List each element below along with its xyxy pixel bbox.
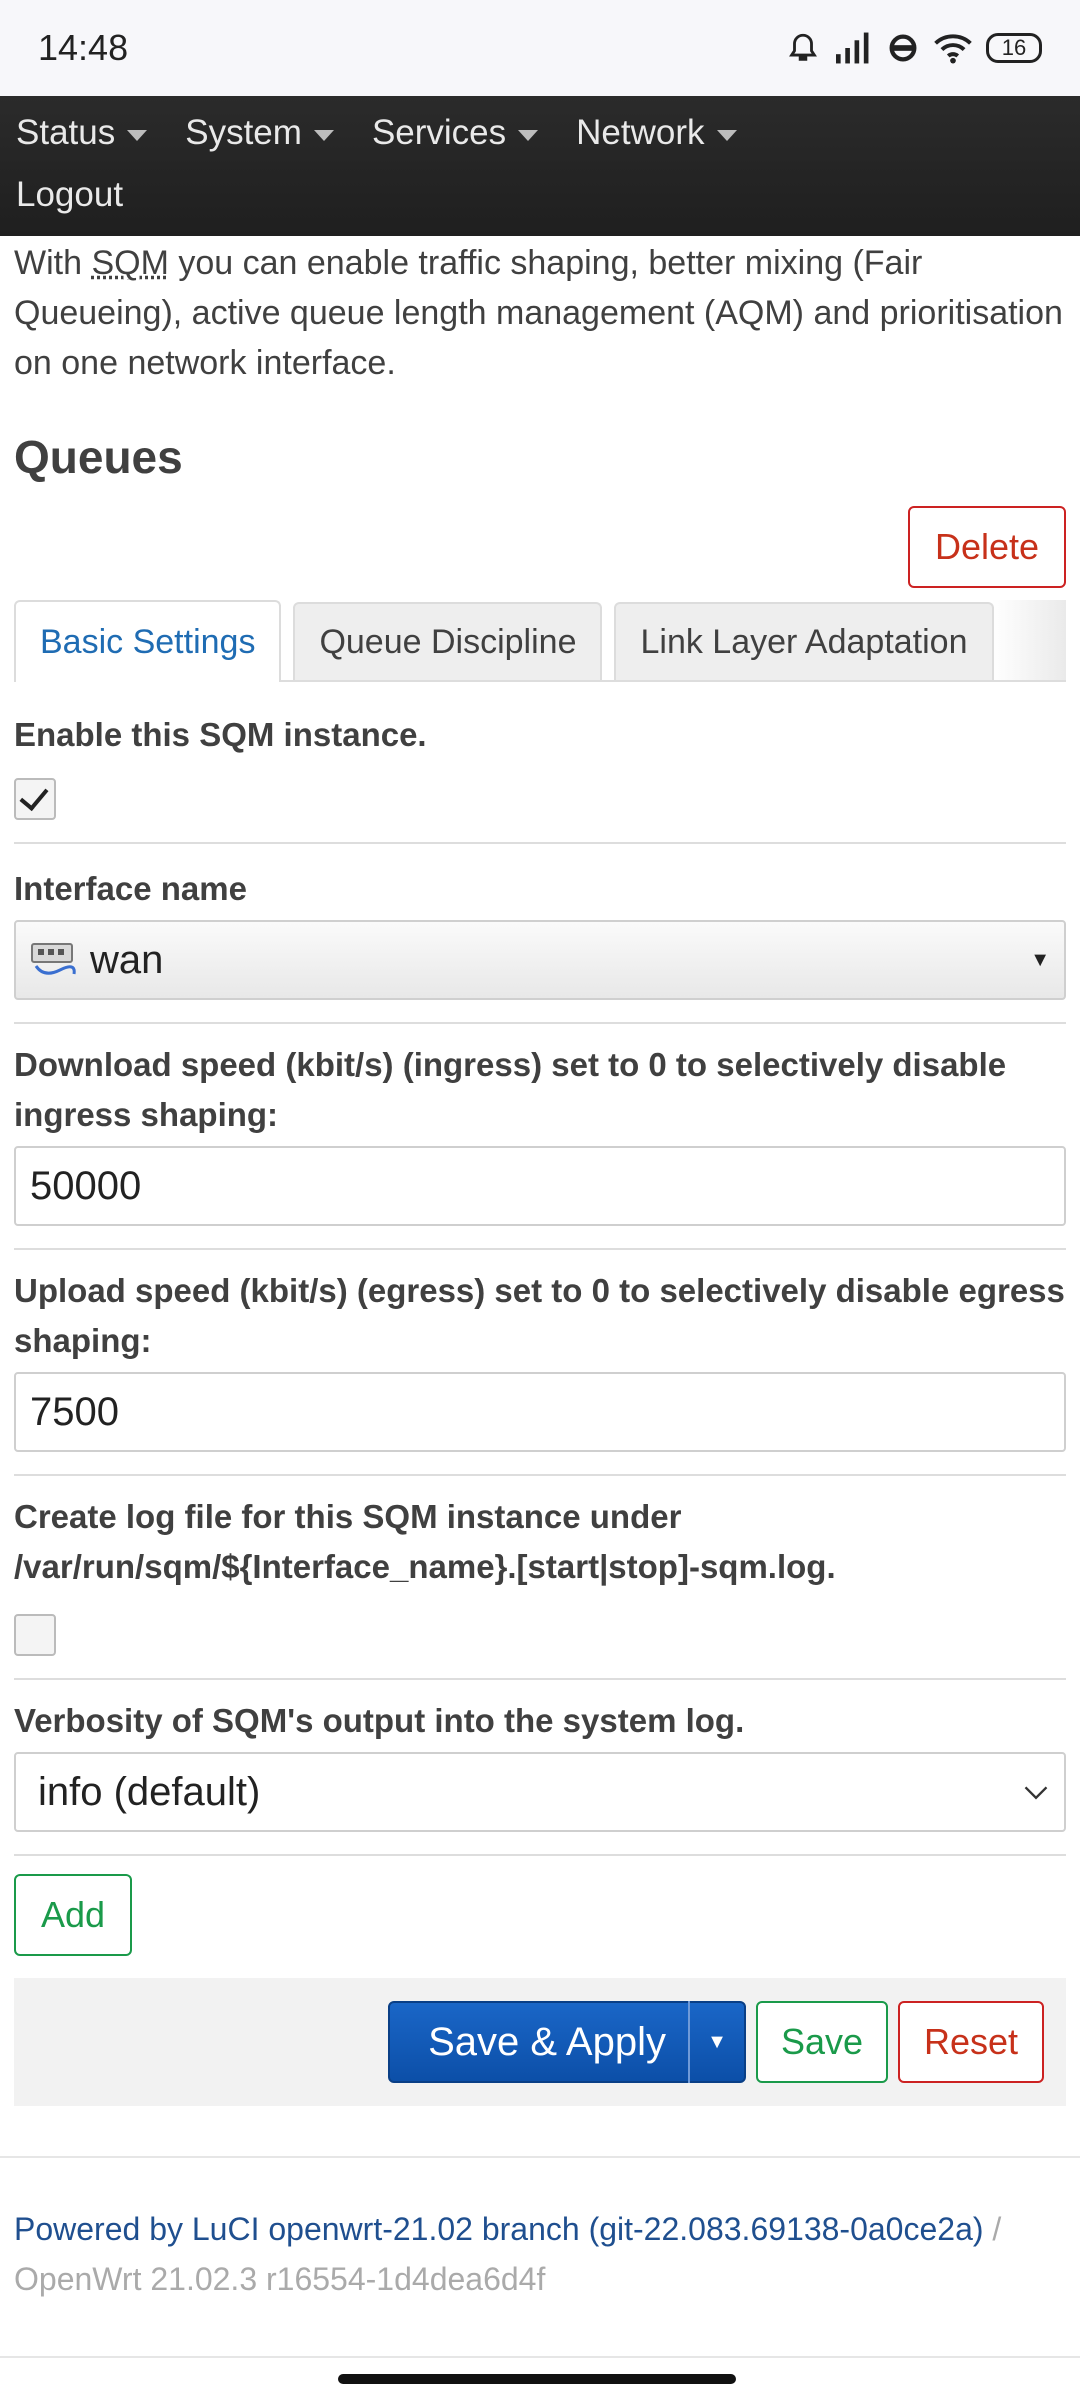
interface-value: wan xyxy=(90,937,164,982)
caret-down-icon xyxy=(716,129,737,141)
nav-network[interactable]: Network xyxy=(576,113,737,153)
sqm-abbreviation: SQM xyxy=(91,244,169,282)
tab-queue-discipline[interactable]: Queue Discipline xyxy=(293,602,603,680)
interface-field: Interface name wan ▼ xyxy=(14,844,1066,1024)
enable-checkbox[interactable] xyxy=(14,778,56,820)
verbosity-field: Verbosity of SQM's output into the syste… xyxy=(14,1680,1066,1856)
nav-status-label: Status xyxy=(16,113,116,152)
nav-system[interactable]: System xyxy=(185,113,334,153)
nav-services-label: Services xyxy=(371,113,507,152)
nav-status[interactable]: Status xyxy=(16,113,148,153)
intro-suffix: you can enable traffic shaping, better m… xyxy=(14,244,1063,382)
enable-field: Enable this SQM instance. xyxy=(14,682,1066,844)
save-button[interactable]: Save xyxy=(756,2001,888,2083)
bottom-divider xyxy=(0,2356,1080,2358)
tab-basic-settings[interactable]: Basic Settings xyxy=(14,600,282,682)
log-checkbox[interactable] xyxy=(14,1614,56,1656)
caret-down-icon xyxy=(127,129,148,141)
home-indicator[interactable] xyxy=(338,2374,736,2384)
verbosity-select[interactable]: info (default) xyxy=(14,1752,1066,1832)
tab-bar: Basic Settings Queue Discipline Link Lay… xyxy=(14,600,1066,682)
log-label: Create log file for this SQM instance un… xyxy=(14,1498,836,1585)
sync-icon xyxy=(889,34,917,62)
footer-separator: / xyxy=(992,2211,1002,2247)
caret-down-icon xyxy=(518,129,539,141)
alarm-icon xyxy=(789,33,817,61)
page-footer: Powered by LuCI openwrt-21.02 branch (gi… xyxy=(0,2156,1080,2304)
luci-version-link[interactable]: Powered by LuCI openwrt-21.02 branch (gi… xyxy=(14,2211,984,2247)
openwrt-version: OpenWrt 21.02.3 r16554-1d4dea6d4f xyxy=(14,2261,546,2297)
top-navigation: Status System Services Network Logout xyxy=(0,96,1080,236)
action-bar: Save & Apply ▼ Save Reset xyxy=(14,1978,1066,2106)
download-label: Download speed (kbit/s) (ingress) set to… xyxy=(14,1046,1007,1133)
upload-speed-input[interactable]: 7500 xyxy=(14,1372,1066,1452)
dropdown-arrow-icon: ▼ xyxy=(1030,948,1050,971)
upload-label: Upload speed (kbit/s) (egress) set to 0 … xyxy=(14,1272,1065,1359)
interface-select[interactable]: wan ▼ xyxy=(14,920,1066,1000)
intro-text: With SQM you can enable traffic shaping,… xyxy=(14,238,1066,388)
verbosity-label: Verbosity of SQM's output into the syste… xyxy=(14,1702,745,1739)
clock: 14:48 xyxy=(38,27,129,68)
battery-indicator: 16 xyxy=(986,33,1042,63)
verbosity-value: info (default) xyxy=(38,1769,261,1814)
nav-services[interactable]: Services xyxy=(371,113,539,153)
checkmark-icon xyxy=(19,780,49,812)
add-button[interactable]: Add xyxy=(14,1874,132,1956)
download-speed-input[interactable]: 50000 xyxy=(14,1146,1066,1226)
network-interface-icon xyxy=(31,943,76,975)
system-status-bar: 14:48 16 xyxy=(0,0,1080,96)
section-title: Queues xyxy=(14,431,183,483)
save-apply-button[interactable]: Save & Apply ▼ xyxy=(388,2001,746,2083)
intro-prefix: With xyxy=(14,244,92,282)
basic-settings-form: Enable this SQM instance. Interface name… xyxy=(14,682,1066,1856)
status-icons: 16 xyxy=(786,31,1042,65)
upload-field: Upload speed (kbit/s) (egress) set to 0 … xyxy=(14,1250,1066,1476)
log-field: Create log file for this SQM instance un… xyxy=(14,1476,1066,1680)
interface-label: Interface name xyxy=(14,870,247,907)
save-apply-label: Save & Apply xyxy=(428,2019,666,2064)
wifi-icon xyxy=(934,34,972,64)
caret-down-icon xyxy=(313,129,334,141)
delete-button[interactable]: Delete xyxy=(908,506,1066,588)
chevron-down-icon xyxy=(1024,1786,1048,1800)
caret-down-icon: ▼ xyxy=(707,2030,727,2053)
reset-button[interactable]: Reset xyxy=(898,2001,1044,2083)
enable-label: Enable this SQM instance. xyxy=(14,716,427,753)
download-field: Download speed (kbit/s) (ingress) set to… xyxy=(14,1024,1066,1250)
nav-system-label: System xyxy=(185,113,302,152)
signal-icon xyxy=(836,32,869,64)
save-apply-dropdown-toggle[interactable]: ▼ xyxy=(688,2001,744,2083)
nav-network-label: Network xyxy=(576,113,705,152)
tab-link-layer-adaptation[interactable]: Link Layer Adaptation xyxy=(614,602,994,680)
nav-logout[interactable]: Logout xyxy=(16,175,123,215)
